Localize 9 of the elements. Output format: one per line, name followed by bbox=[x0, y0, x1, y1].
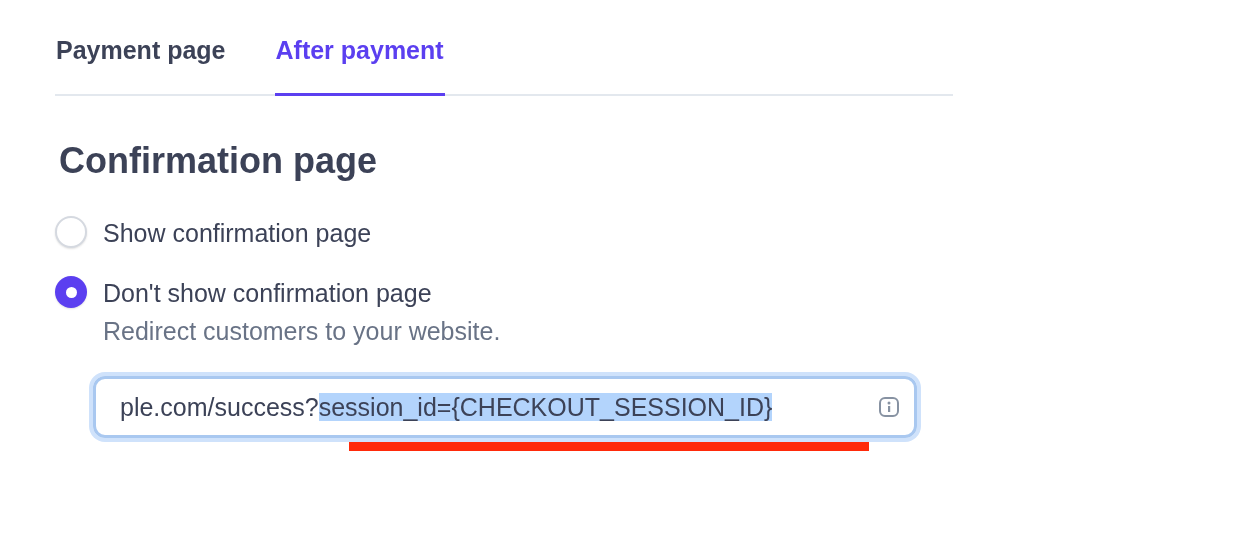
radio-button[interactable] bbox=[55, 216, 87, 248]
option-label: Show confirmation page bbox=[103, 218, 372, 248]
radio-button[interactable] bbox=[55, 276, 87, 308]
option-description: Redirect customers to your website. bbox=[103, 316, 501, 346]
info-icon[interactable] bbox=[878, 396, 900, 418]
tab[interactable]: After payment bbox=[274, 36, 445, 96]
option-label: Don't show confirmation page bbox=[103, 278, 433, 308]
tab[interactable]: Payment page bbox=[55, 36, 227, 96]
section-heading: Confirmation page bbox=[59, 140, 378, 182]
